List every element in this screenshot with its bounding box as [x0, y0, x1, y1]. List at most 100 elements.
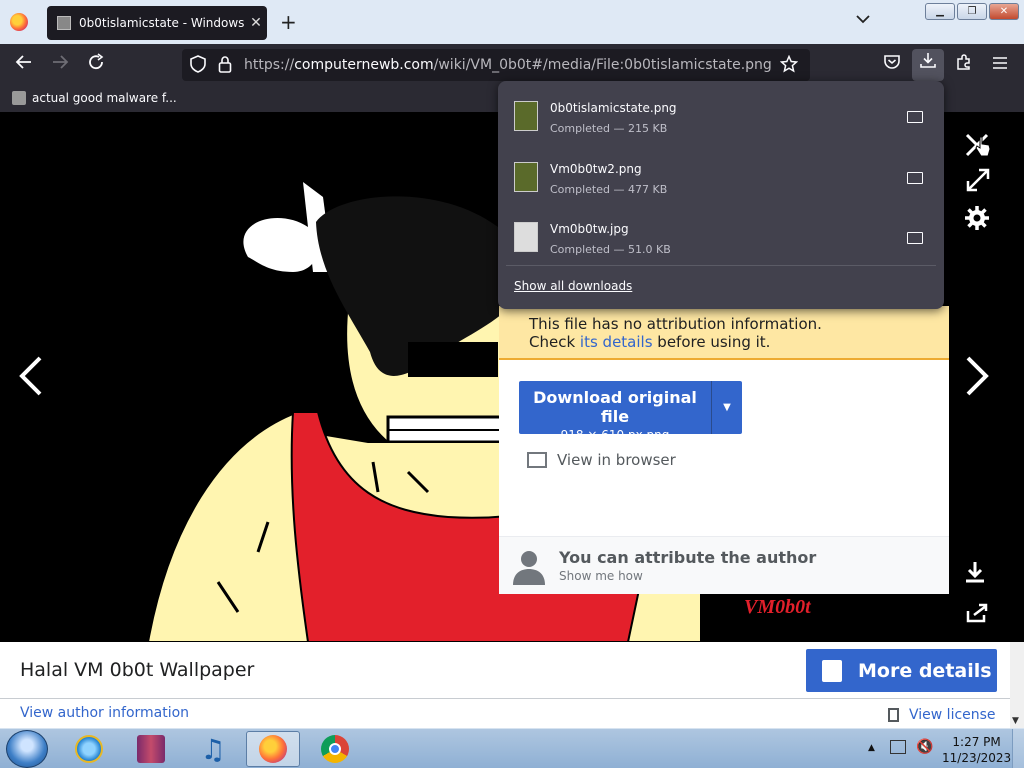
nav-bar: https://computernewb.com/wiki/VM_0b0t#/m…: [0, 44, 1024, 86]
url-scheme: https://: [244, 57, 295, 73]
image-icon: [527, 452, 547, 468]
warning-line2: Check its details before using it.: [529, 333, 949, 351]
volume-muted-icon[interactable]: 🔇: [916, 739, 933, 755]
screen: 0b0tislamicstate - Windows 7 x64 ✕ + ▁ ❐…: [0, 0, 1024, 768]
download-status: Completed — 477 KB: [550, 183, 668, 196]
artwork-signature: VM0b0t: [744, 596, 811, 618]
page-scrollbar[interactable]: ▼: [1010, 642, 1024, 728]
download-original-button[interactable]: Download original file 918 × 610 px png …: [519, 381, 742, 442]
extensions-icon[interactable]: [952, 53, 976, 77]
start-button[interactable]: [6, 730, 48, 768]
network-icon[interactable]: [890, 740, 906, 754]
forward-button[interactable]: [48, 53, 72, 77]
clock[interactable]: 1:27 PM 11/23/2023: [942, 734, 1011, 766]
download-name: 0b0tislamicstate.png: [550, 101, 677, 115]
png-file-icon: [514, 101, 538, 131]
bookmark-favicon-icon: [12, 91, 26, 105]
view-license-label: View license: [909, 707, 996, 723]
view-in-browser-link[interactable]: View in browser: [527, 451, 676, 469]
download-item[interactable]: 0b0tislamicstate.png Completed — 215 KB: [498, 87, 944, 145]
downloads-panel: 0b0tislamicstate.png Completed — 215 KB …: [498, 81, 944, 309]
show-hidden-icons-icon[interactable]: ▲: [868, 743, 875, 753]
share-icon[interactable]: [966, 600, 988, 630]
details-icon: [822, 659, 842, 682]
download-original-size: 918 × 610 px png: [560, 428, 670, 442]
music-note-icon[interactable]: ♫: [186, 731, 240, 767]
warning-check: Check: [529, 333, 580, 351]
download-original-main[interactable]: Download original file 918 × 610 px png: [519, 381, 711, 442]
warning-line1: This file has no attribution information…: [529, 315, 822, 333]
download-status: Completed — 215 KB: [550, 122, 668, 135]
license-icon: [888, 708, 899, 722]
attribution-section[interactable]: You can attribute the author Show me how: [499, 536, 949, 594]
maximize-button[interactable]: ❐: [957, 3, 987, 20]
new-tab-button[interactable]: +: [280, 10, 297, 34]
lock-icon[interactable]: [218, 55, 232, 77]
url-bar[interactable]: https://computernewb.com/wiki/VM_0b0t#/m…: [182, 49, 810, 81]
download-original-label: Download original file: [533, 388, 697, 426]
download-options-dropdown[interactable]: ▼: [711, 381, 742, 434]
firefox-icon[interactable]: [10, 13, 28, 31]
menu-icon[interactable]: [988, 53, 1012, 77]
clock-date: 11/23/2023: [942, 751, 1012, 765]
url-host: computernewb.com: [294, 57, 434, 73]
attribution-subtitle[interactable]: Show me how: [559, 569, 643, 583]
minimize-button[interactable]: ▁: [925, 3, 955, 20]
url-text: https://computernewb.com/wiki/VM_0b0t#/m…: [244, 57, 772, 73]
more-details-label: More details: [858, 659, 992, 682]
taskbar: ♫ ▲ 🔇 1:27 PM 11/23/2023: [0, 728, 1024, 768]
download-name: Vm0b0tw.jpg: [550, 222, 629, 236]
tab-favicon-icon: [57, 16, 71, 30]
download-status: Completed — 51.0 KB: [550, 243, 671, 256]
music-glyph: ♫: [200, 732, 226, 766]
warning-after: before using it.: [652, 333, 771, 351]
tab-close-icon[interactable]: ✕: [245, 15, 267, 31]
pocket-icon[interactable]: [880, 53, 904, 77]
file-title: Halal VM 0b0t Wallpaper: [20, 659, 255, 681]
open-folder-icon[interactable]: [907, 232, 923, 244]
back-button[interactable]: [12, 53, 36, 77]
shield-icon[interactable]: [190, 55, 206, 77]
view-author-link[interactable]: View author information: [20, 705, 189, 721]
bookmark-star-icon[interactable]: [779, 54, 799, 77]
fullscreen-icon[interactable]: [966, 168, 990, 199]
show-desktop-button[interactable]: [1012, 729, 1024, 768]
mouse-cursor-icon: [975, 136, 991, 162]
jpg-file-icon: [514, 222, 538, 252]
download-name: Vm0b0tw2.png: [550, 162, 642, 176]
downloads-button[interactable]: [912, 49, 944, 81]
tab-active[interactable]: 0b0tislamicstate - Windows 7 x64 ✕: [47, 6, 267, 40]
more-details-button[interactable]: More details: [806, 649, 997, 692]
person-icon: [513, 549, 545, 585]
file-info-panel: This file has no attribution information…: [499, 306, 949, 594]
tab-title: 0b0tislamicstate - Windows 7 x64: [79, 16, 245, 30]
download-item[interactable]: Vm0b0tw2.png Completed — 477 KB: [498, 148, 944, 206]
view-in-browser-label: View in browser: [557, 451, 676, 469]
close-window-button[interactable]: ✕: [989, 3, 1019, 20]
url-path: /wiki/VM_0b0t#/media/File:0b0tislamicsta…: [433, 57, 772, 73]
file-footer: Halal VM 0b0t Wallpaper More details Vie…: [0, 642, 1024, 728]
reload-button[interactable]: [84, 53, 108, 77]
attribution-title: You can attribute the author: [559, 548, 817, 567]
chrome-icon[interactable]: [308, 731, 362, 767]
firefox-taskbar-icon[interactable]: [246, 731, 300, 767]
open-folder-icon[interactable]: [907, 172, 923, 184]
view-license-link[interactable]: View license: [888, 707, 996, 723]
footer-divider: [0, 698, 1010, 699]
scroll-down-icon[interactable]: ▼: [1012, 716, 1019, 726]
next-image-button[interactable]: [962, 354, 992, 405]
bookmark-item[interactable]: actual good malware f...: [12, 91, 177, 105]
open-folder-icon[interactable]: [907, 111, 923, 123]
winrar-icon[interactable]: [124, 731, 178, 767]
show-all-downloads-button[interactable]: Show all downloads: [514, 279, 632, 293]
bookmark-label: actual good malware f...: [32, 91, 177, 105]
tab-bar: 0b0tislamicstate - Windows 7 x64 ✕ + ▁ ❐…: [0, 0, 1024, 44]
its-details-link[interactable]: its details: [580, 333, 653, 351]
download-icon[interactable]: [964, 560, 986, 591]
download-item[interactable]: Vm0b0tw.jpg Completed — 51.0 KB: [498, 208, 944, 266]
previous-image-button[interactable]: [16, 354, 46, 405]
attribution-warning: This file has no attribution information…: [499, 306, 949, 360]
settings-gear-icon[interactable]: [964, 205, 990, 238]
internet-explorer-icon[interactable]: [62, 731, 116, 767]
list-all-tabs-icon[interactable]: [856, 12, 870, 28]
